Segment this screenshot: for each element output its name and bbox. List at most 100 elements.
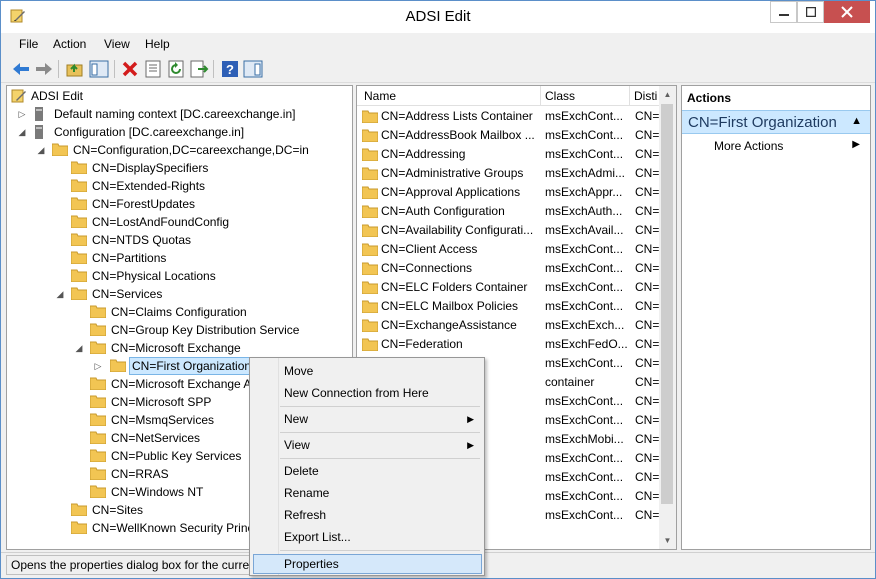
list-item[interactable]: CN=ELC Mailbox Policies msExchCont... CN= xyxy=(357,297,662,316)
list-item[interactable]: CN=Administrative Groups msExchAdmi... CN= xyxy=(357,164,662,183)
chevron-right-icon: ▶ xyxy=(852,139,860,150)
menu-help[interactable]: Help xyxy=(145,37,170,51)
menu-bar: File Action View Help xyxy=(1,34,875,54)
adsi-edit-window: ADSI Edit File Action View Help ? ADSI E… xyxy=(0,0,876,579)
list-item[interactable]: CN=AddressBook Mailbox ... msExchCont... C… xyxy=(357,126,662,145)
context-menu-move[interactable]: Move xyxy=(284,362,313,380)
folder-icon xyxy=(362,129,378,142)
list-item[interactable]: CN=Availability Configurati... msExchAvai… xyxy=(357,221,662,240)
help-icon[interactable]: ? xyxy=(220,59,240,79)
refresh-icon[interactable] xyxy=(166,59,186,79)
list-item[interactable]: CN=Client Access msExchCont... CN= xyxy=(357,240,662,259)
context-menu-rename[interactable]: Rename xyxy=(284,484,329,502)
folder-icon xyxy=(362,338,378,351)
folder-icon xyxy=(71,197,87,210)
list-header: Name Class Disti xyxy=(357,86,662,106)
maximize-button[interactable] xyxy=(797,1,824,23)
up-folder-icon[interactable] xyxy=(65,59,85,79)
submenu-arrow-icon: ▶ xyxy=(467,440,474,450)
window-title: ADSI Edit xyxy=(405,8,471,25)
folder-icon xyxy=(362,186,378,199)
folder-icon xyxy=(71,521,87,534)
list-item-name: CN=Approval Applications xyxy=(381,185,521,199)
folder-icon xyxy=(362,205,378,218)
folder-icon xyxy=(90,395,106,408)
column-header-class[interactable]: Class xyxy=(545,89,575,103)
scroll-down-arrow-icon[interactable]: ▼ xyxy=(659,532,676,549)
list-item[interactable]: CN=ELC Folders Container msExchCont... CN= xyxy=(357,278,662,297)
delete-icon[interactable] xyxy=(120,59,140,79)
menu-view[interactable]: View xyxy=(104,37,130,51)
scroll-thumb[interactable] xyxy=(661,104,673,504)
list-item[interactable]: CN=Auth Configuration msExchAuth... CN= xyxy=(357,202,662,221)
tree-label: ADSI Edit xyxy=(31,89,84,103)
list-item[interactable]: CN=Addressing msExchCont... CN= xyxy=(357,145,662,164)
actions-group-first-organization[interactable]: CN=First Organization ▲ xyxy=(682,110,870,134)
list-vertical-scrollbar[interactable]: ▲ ▼ xyxy=(659,86,676,549)
list-item-class: msExchCont... xyxy=(545,451,624,465)
submenu-arrow-icon: ▶ xyxy=(467,414,474,424)
expand-icon[interactable]: ▷ xyxy=(17,105,27,123)
adsi-edit-icon xyxy=(11,89,26,103)
collapse-icon[interactable]: ◢ xyxy=(74,339,84,357)
list-item-name: CN=ELC Mailbox Policies xyxy=(381,299,519,313)
show-hide-tree-icon[interactable] xyxy=(89,59,109,79)
back-arrow-icon[interactable] xyxy=(11,59,31,79)
list-item-name: CN=ELC Folders Container xyxy=(381,280,528,294)
column-header-name[interactable]: Name xyxy=(364,89,396,103)
show-hide-action-pane-icon[interactable] xyxy=(243,59,263,79)
list-item-class: msExchCont... xyxy=(545,261,624,275)
title-bar: ADSI Edit xyxy=(1,1,875,33)
context-menu-delete[interactable]: Delete xyxy=(284,462,319,480)
folder-icon xyxy=(90,377,106,390)
maximize-icon xyxy=(805,7,816,17)
list-item-class: container xyxy=(545,375,595,389)
folder-icon xyxy=(52,143,68,156)
context-menu-new[interactable]: New xyxy=(284,410,308,428)
properties-icon[interactable] xyxy=(143,59,163,79)
list-item[interactable]: CN=Connections msExchCont... CN= xyxy=(357,259,662,278)
context-menu-view[interactable]: View xyxy=(284,436,310,454)
collapse-icon[interactable]: ◢ xyxy=(36,141,46,159)
column-header-distinguished-name[interactable]: Disti xyxy=(634,89,657,103)
list-item-class: msExchCont... xyxy=(545,299,624,313)
toolbar: ? xyxy=(1,55,875,83)
folder-icon xyxy=(362,224,378,237)
status-text: Opens the properties dialog box for the … xyxy=(11,558,250,572)
list-item-name: CN=ExchangeAssistance xyxy=(381,318,517,332)
folder-icon xyxy=(71,161,87,174)
list-item[interactable]: CN=Approval Applications msExchAppr... CN= xyxy=(357,183,662,202)
close-button[interactable] xyxy=(824,1,870,23)
list-item-class: msExchCont... xyxy=(545,109,624,123)
list-item-name: CN=AddressBook Mailbox ... xyxy=(381,128,535,142)
folder-icon xyxy=(362,167,378,180)
list-item[interactable]: CN=ExchangeAssistance msExchExch... CN= xyxy=(357,316,662,335)
folder-icon xyxy=(362,243,378,256)
forward-arrow-icon[interactable] xyxy=(34,59,54,79)
context-menu-new-connection[interactable]: New Connection from Here xyxy=(284,384,429,402)
context-menu-refresh[interactable]: Refresh xyxy=(284,506,326,524)
collapse-icon[interactable]: ◢ xyxy=(55,285,65,303)
context-menu-properties[interactable]: Properties xyxy=(284,555,339,573)
export-list-icon[interactable] xyxy=(189,59,209,79)
list-item-class: msExchAuth... xyxy=(545,204,623,218)
list-item-name: CN=Connections xyxy=(381,261,473,275)
folder-icon xyxy=(71,179,87,192)
menu-action[interactable]: Action xyxy=(53,37,86,51)
list-item-class: msExchCont... xyxy=(545,470,624,484)
scroll-up-arrow-icon[interactable]: ▲ xyxy=(659,86,676,103)
folder-icon xyxy=(362,148,378,161)
menu-file[interactable]: File xyxy=(19,37,38,51)
collapse-up-icon[interactable]: ▲ xyxy=(851,115,862,127)
folder-icon xyxy=(90,341,106,354)
expand-icon[interactable]: ▷ xyxy=(93,357,103,375)
minimize-button[interactable] xyxy=(770,1,797,23)
list-item[interactable]: CN=Federation msExchFedO... CN= xyxy=(357,335,662,354)
collapse-icon[interactable]: ◢ xyxy=(17,123,27,141)
more-actions-item[interactable]: More Actions xyxy=(714,139,783,153)
list-item[interactable]: CN=Address Lists Container msExchCont... C… xyxy=(357,107,662,126)
context-menu-export-list[interactable]: Export List... xyxy=(284,528,351,546)
folder-icon xyxy=(90,323,106,336)
list-item-class: msExchAdmi... xyxy=(545,166,626,180)
list-item-class: msExchCont... xyxy=(545,489,624,503)
